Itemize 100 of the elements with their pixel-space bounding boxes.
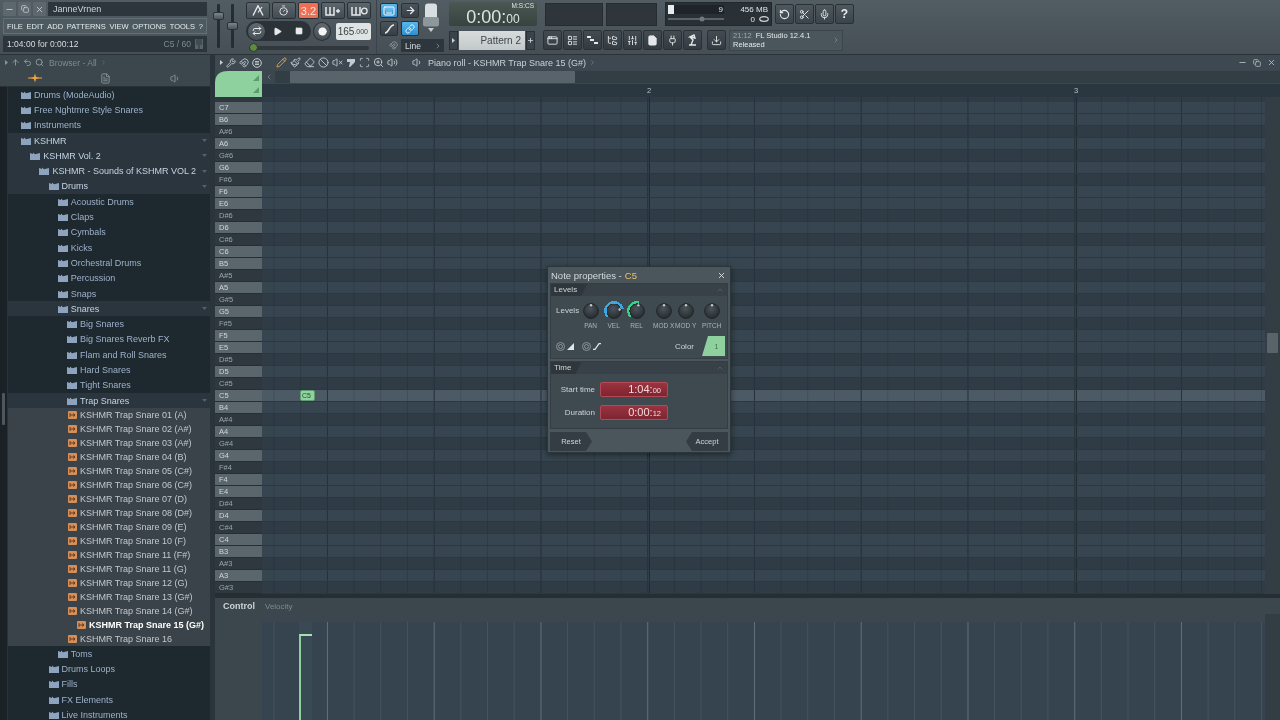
close-icon[interactable]: [1267, 58, 1276, 67]
toolbar-button[interactable]: [815, 4, 834, 24]
tile-icon[interactable]: [215, 70, 262, 97]
prohibited-icon[interactable]: [318, 57, 329, 68]
tree-item[interactable]: KSHMR Trap Snare 11 (F#): [8, 548, 210, 563]
tree-item[interactable]: Tight Snares: [8, 377, 210, 393]
slider-thumb[interactable]: [227, 22, 238, 30]
tree-item[interactable]: Drums (ModeAudio): [8, 87, 210, 103]
tree-item[interactable]: Trap Snares: [8, 392, 210, 409]
toggle-button[interactable]: [380, 21, 398, 36]
close-button[interactable]: [33, 2, 46, 16]
pattern-selector[interactable]: Pattern 2: [459, 30, 525, 50]
tree-item[interactable]: KSHMR Trap Snare 04 (B): [8, 450, 210, 465]
help-button[interactable]: ?: [835, 4, 854, 24]
toggle-button[interactable]: [271, 2, 296, 19]
toggle-button[interactable]: [380, 3, 398, 18]
caret-right-icon[interactable]: [220, 60, 223, 65]
close-icon[interactable]: [717, 270, 726, 280]
pattern-arrow-button[interactable]: [449, 30, 458, 50]
toggle-button[interactable]: [321, 2, 346, 19]
scrollbar[interactable]: [0, 87, 8, 720]
speaker-icon[interactable]: [412, 57, 423, 68]
scrollbar[interactable]: [275, 71, 1280, 83]
tree-item[interactable]: Instruments: [8, 117, 210, 133]
restore-icon[interactable]: [1253, 58, 1261, 67]
tree-item[interactable]: KSHMR Trap Snare 15 (G#): [8, 618, 210, 633]
tree-item[interactable]: KSHMR Trap Snare 07 (D): [8, 492, 210, 507]
tree-item[interactable]: KSHMR Trap Snare 08 (D#): [8, 506, 210, 521]
tree-item[interactable]: KSHMR Trap Snare 02 (A#): [8, 422, 210, 437]
add-pattern-button[interactable]: [526, 30, 535, 50]
loop-button[interactable]: [247, 21, 266, 41]
tree-item[interactable]: Claps: [8, 209, 210, 225]
speaker-icon[interactable]: [169, 72, 181, 84]
download-button[interactable]: [707, 30, 726, 50]
position-thumb[interactable]: [249, 43, 258, 52]
toolbar-button[interactable]: [643, 30, 662, 50]
caret-right-icon[interactable]: [5, 60, 8, 65]
magnet-icon[interactable]: [239, 57, 249, 68]
arrow-up-icon[interactable]: [11, 58, 20, 67]
minimize-button[interactable]: [3, 2, 16, 16]
toolbar-button[interactable]: [663, 30, 682, 50]
tree-item[interactable]: Orchestral Drums: [8, 255, 210, 271]
toggle-button[interactable]: [401, 3, 419, 18]
undo-icon[interactable]: [23, 58, 32, 67]
tree-item[interactable]: KSHMR - Sounds of KSHMR VOL 2: [8, 163, 210, 179]
tree-item[interactable]: Cymbals: [8, 224, 210, 240]
tree-item[interactable]: KSHMR Trap Snare 05 (C#): [8, 464, 210, 479]
toggle-button[interactable]: [246, 2, 270, 19]
search-icon[interactable]: [35, 58, 44, 67]
selection-icon[interactable]: [359, 57, 370, 68]
toggle-button[interactable]: [347, 2, 371, 19]
record-button[interactable]: [313, 21, 332, 41]
toolbar-button[interactable]: [603, 30, 622, 50]
tree-item[interactable]: Toms: [8, 646, 210, 662]
toolbar-button[interactable]: [563, 30, 582, 50]
wrench-icon[interactable]: [226, 57, 236, 68]
tree-item[interactable]: KSHMR: [8, 132, 210, 149]
document-icon[interactable]: [99, 72, 111, 84]
tree-item[interactable]: KSHMR Trap Snare 03 (A#): [8, 436, 210, 451]
tree-item[interactable]: KSHMR Trap Snare 01 (A): [8, 408, 210, 423]
tree-item[interactable]: KSHMR Trap Snare 12 (G): [8, 576, 210, 591]
tree-item[interactable]: Live Instruments: [8, 707, 210, 720]
tree-item[interactable]: KSHMR Trap Snare 10 (F): [8, 534, 210, 549]
tree-item[interactable]: Fills: [8, 676, 210, 693]
snap-icon[interactable]: [252, 57, 262, 68]
snap-selector[interactable]: Line: [401, 39, 444, 52]
mute-icon[interactable]: [332, 57, 343, 68]
sparkle-icon[interactable]: [28, 73, 42, 83]
tree-item[interactable]: Acoustic Drums: [8, 194, 210, 210]
toggle-button[interactable]: [401, 21, 419, 36]
tree-item[interactable]: KSHMR Vol. 2: [8, 148, 210, 164]
toolbar-button[interactable]: [795, 4, 814, 24]
toolbar-button[interactable]: [583, 30, 602, 50]
toolbar-button[interactable]: [543, 30, 562, 50]
tree-item[interactable]: KSHMR Trap Snare 06 (C#): [8, 478, 210, 493]
tree-item[interactable]: Big Snares: [8, 316, 210, 332]
section-header[interactable]: Time: [551, 362, 582, 374]
knob[interactable]: [626, 301, 647, 321]
tree-item[interactable]: KSHMR Trap Snare 14 (G#): [8, 604, 210, 619]
magnet-icon[interactable]: [389, 41, 398, 50]
tree-item[interactable]: Flam and Roll Snares: [8, 347, 210, 363]
tree-item[interactable]: FX Elements: [8, 692, 210, 708]
radio-toggle[interactable]: [582, 341, 591, 351]
toolbar-button[interactable]: [775, 4, 794, 24]
tree-item[interactable]: Free Nghtmre Style Snares: [8, 102, 210, 118]
tree-item[interactable]: Hard Snares: [8, 362, 210, 378]
knob-icon[interactable]: [422, 3, 440, 27]
toolbar-button[interactable]: [623, 30, 642, 50]
toolbar-button[interactable]: [683, 30, 702, 50]
eraser-icon[interactable]: [304, 57, 315, 68]
tree-item[interactable]: Percussion: [8, 270, 210, 286]
tree-item[interactable]: Snaps: [8, 285, 210, 302]
zoom-icon[interactable]: [373, 57, 384, 68]
tree-item[interactable]: KSHMR Trap Snare 09 (E): [8, 520, 210, 535]
section-header[interactable]: Levels: [551, 284, 588, 296]
user-name-field[interactable]: JanneVrnen: [48, 2, 207, 16]
tree-item[interactable]: Kicks: [8, 239, 210, 256]
radio-toggle[interactable]: [556, 341, 565, 351]
speaker-icon[interactable]: [387, 57, 398, 68]
tree-item[interactable]: KSHMR Trap Snare 13 (G#): [8, 590, 210, 605]
